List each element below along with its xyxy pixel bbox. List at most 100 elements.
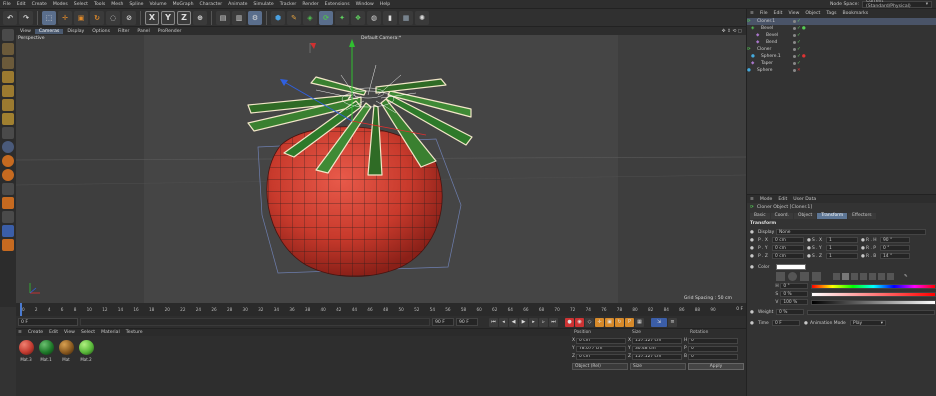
current-frame-field[interactable]: 0 F — [18, 318, 78, 326]
coord-mode-dropdown[interactable]: Object (Rel) — [572, 363, 628, 370]
edges-mode-icon[interactable] — [2, 85, 14, 97]
schedule-icon[interactable]: ⇲ — [651, 317, 667, 327]
mat-menu-edit[interactable]: Edit — [49, 330, 58, 335]
visibility-dot[interactable] — [793, 27, 796, 30]
menu-create[interactable]: Create — [29, 2, 50, 7]
object-row-bevel[interactable]: ◈ Bevel ✓ ● — [747, 25, 936, 32]
enabled-check[interactable]: ✓ — [797, 61, 801, 66]
mat-menu-texture[interactable]: Texture — [126, 330, 143, 335]
live-select-icon[interactable]: ⊘ — [122, 10, 136, 25]
rotation-p-field[interactable]: 0 ° — [688, 345, 738, 352]
color-swatch[interactable] — [776, 264, 806, 270]
tab-coord[interactable]: Coord. — [770, 212, 793, 219]
weight-slider[interactable] — [807, 309, 935, 315]
material-item[interactable]: Mat.2 — [78, 340, 94, 362]
apply-button[interactable]: Apply — [688, 363, 744, 370]
rotation-b-field[interactable]: 0 ° — [688, 353, 738, 360]
viewport-solo-icon[interactable] — [2, 197, 14, 209]
key-parameter-icon[interactable]: P — [625, 317, 634, 327]
size-y-field[interactable]: 30.48 cm — [632, 345, 682, 352]
radio-dot-icon[interactable]: ● — [750, 265, 758, 270]
rotate-tool-icon[interactable]: ↻ — [90, 10, 104, 25]
am-menu-edit[interactable]: Edit — [775, 197, 790, 202]
menu-spline[interactable]: Spline — [126, 2, 146, 7]
pen-spline-icon[interactable]: ✎ — [287, 10, 301, 25]
scale-tool-icon[interactable]: ▣ — [74, 10, 88, 25]
tab-transform[interactable]: Transform — [817, 212, 848, 219]
locked-workplane-icon[interactable] — [2, 183, 14, 195]
radio-dot-icon[interactable]: ● — [804, 238, 812, 243]
workplane-icon[interactable] — [2, 155, 14, 167]
play-icon[interactable]: ▶ — [519, 317, 528, 327]
color-palette-icon[interactable] — [812, 272, 821, 281]
panel-menu[interactable]: Panel — [133, 29, 153, 34]
floor-icon[interactable]: ▦ — [399, 10, 413, 25]
menu-edit[interactable]: Edit — [14, 2, 29, 7]
paint-icon[interactable] — [2, 211, 14, 223]
tweak-mode-icon[interactable] — [2, 127, 14, 139]
color-spectrum-icon[interactable] — [788, 272, 797, 281]
menu-animate[interactable]: Animate — [225, 2, 250, 7]
menu-help[interactable]: Help — [377, 2, 393, 7]
environment-icon[interactable]: ◍ — [367, 10, 381, 25]
visibility-dot[interactable] — [793, 20, 796, 23]
visibility-dot[interactable] — [793, 41, 796, 44]
om-menu-icon[interactable]: ≡ — [747, 11, 757, 16]
node-space-dropdown[interactable]: Current (Standard/Physical) ▾ — [862, 0, 932, 9]
autokey-icon[interactable]: ◉ — [575, 317, 584, 327]
mat-menu-view[interactable]: View — [64, 330, 75, 335]
render-view-icon[interactable]: ▤ — [216, 10, 230, 25]
next-key-icon[interactable]: ▹ — [539, 317, 548, 327]
menu-tracker[interactable]: Tracker — [277, 2, 300, 7]
enabled-check[interactable]: ✓ — [797, 47, 801, 52]
generator-icon[interactable]: ❖ — [351, 10, 365, 25]
pos-z-field[interactable]: 0 cm — [772, 253, 804, 259]
hue-slider[interactable] — [810, 283, 936, 289]
undo-icon[interactable]: ↶ — [3, 10, 17, 25]
visibility-dot[interactable] — [793, 62, 796, 65]
enabled-check[interactable]: ✓ — [797, 26, 801, 31]
subdivision-icon[interactable]: ◈ — [303, 10, 317, 25]
material-item[interactable]: Mat — [58, 340, 74, 362]
recent-tools-icon[interactable]: ◌ — [106, 10, 120, 25]
material-tag-icon[interactable]: ● — [802, 26, 806, 31]
radio-dot-icon[interactable]: ● — [858, 246, 866, 251]
rot-p-field[interactable]: 0 ° — [880, 245, 910, 251]
key-scale-icon[interactable]: ▣ — [605, 317, 614, 327]
snap-icon[interactable] — [2, 141, 14, 153]
symmetry-icon[interactable] — [2, 169, 14, 181]
size-x-field[interactable]: 157.127 cm — [632, 337, 682, 344]
polygons-mode-icon[interactable] — [2, 99, 14, 111]
tab-object[interactable]: Object — [793, 212, 817, 219]
end-frame-field[interactable]: 90 F — [432, 318, 454, 326]
om-menu-bookmarks[interactable]: Bookmarks — [840, 11, 872, 16]
radio-dot-icon[interactable]: ● — [750, 310, 758, 315]
menu-modes[interactable]: Modes — [50, 2, 71, 7]
menu-window[interactable]: Window — [353, 2, 377, 7]
go-to-end-icon[interactable]: ⏭ — [549, 317, 558, 327]
eyedropper-icon[interactable]: ✎ — [904, 274, 908, 279]
key-rotation-icon[interactable]: ↻ — [615, 317, 624, 327]
cube-icon[interactable]: ⬢ — [271, 10, 285, 25]
swatches-mode-icon[interactable] — [887, 273, 894, 280]
menu-character[interactable]: Character — [196, 2, 225, 7]
om-menu-view[interactable]: View — [785, 11, 802, 16]
size-z-field[interactable]: 157.127 cm — [632, 353, 682, 360]
viewport-perspective[interactable]: Perspective Default Camera:* Grid Spacin… — [16, 35, 746, 303]
enabled-check[interactable]: ✓ — [797, 54, 801, 59]
camera-icon[interactable]: ▮ — [383, 10, 397, 25]
disabled-x-icon[interactable]: ✕ — [797, 68, 801, 73]
weight-field[interactable]: 0 % — [776, 309, 804, 315]
pos-x-field[interactable]: 0 cm — [772, 237, 804, 243]
next-frame-icon[interactable]: ▸ — [529, 317, 538, 327]
timeline-playhead[interactable] — [20, 303, 22, 316]
max-frame-field[interactable]: 90 F — [456, 318, 478, 326]
radio-dot-icon[interactable]: ● — [750, 238, 758, 243]
menu-extensions[interactable]: Extensions — [322, 2, 353, 7]
texture-mode-icon[interactable] — [2, 57, 14, 69]
visibility-dot[interactable] — [793, 34, 796, 37]
mat-menu-create[interactable]: Create — [28, 330, 43, 335]
radio-dot-icon[interactable]: ● — [804, 254, 812, 259]
menu-file[interactable]: File — [0, 2, 14, 7]
mat-menu-icon[interactable]: ≡ — [18, 330, 22, 335]
